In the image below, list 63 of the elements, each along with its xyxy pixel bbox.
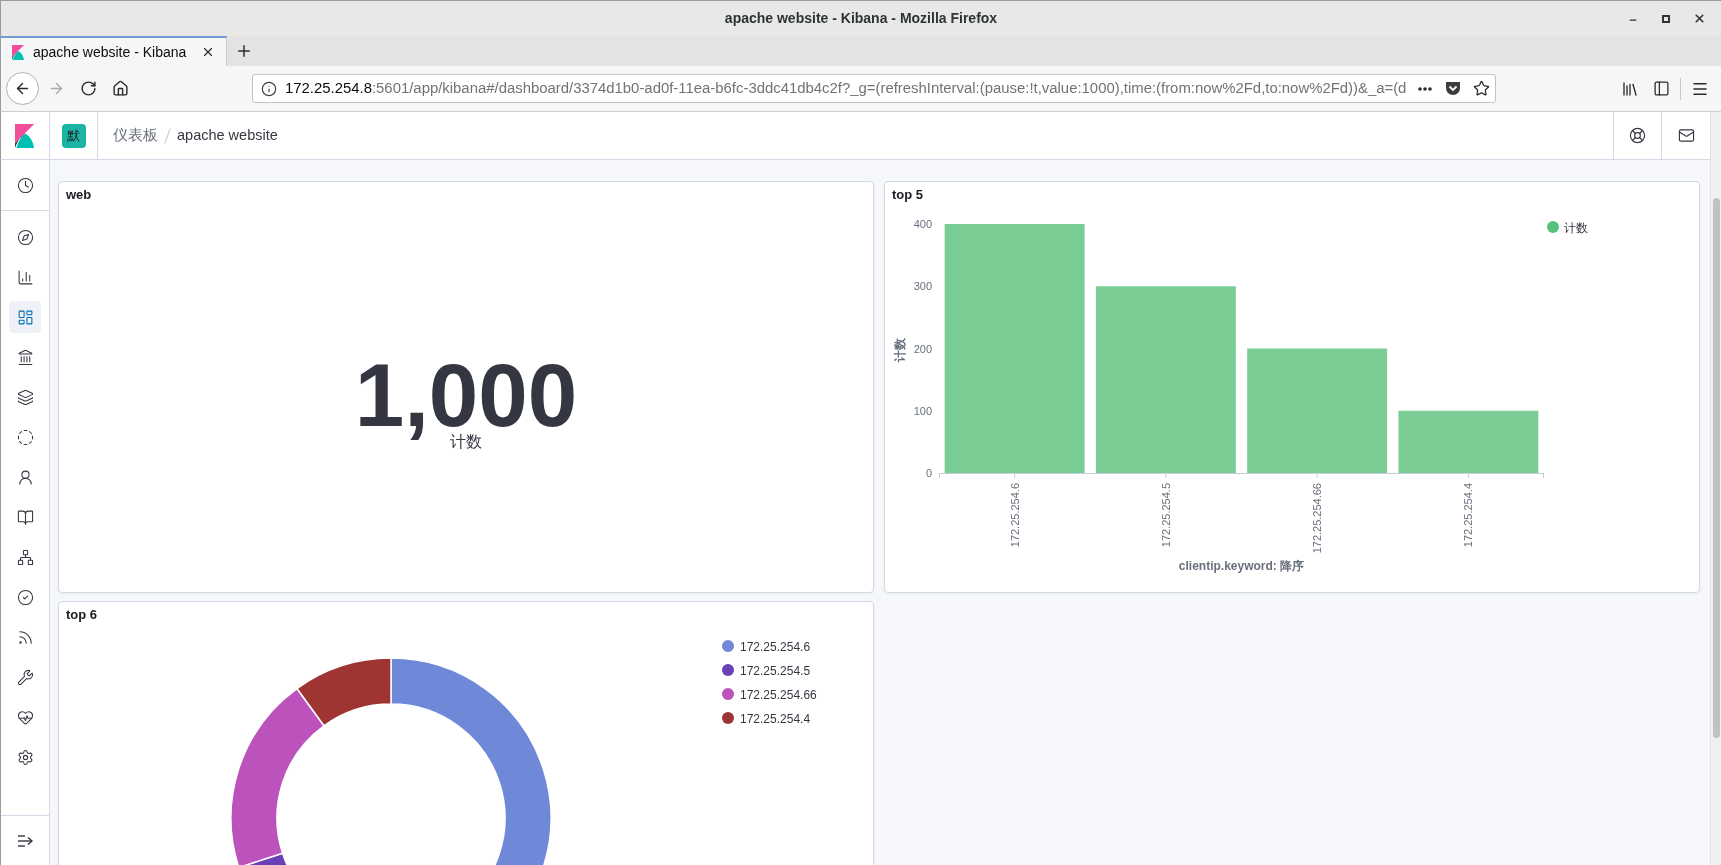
settings-icon xyxy=(16,748,34,766)
bar-chart-icon xyxy=(16,268,34,286)
clock-icon xyxy=(16,176,34,194)
legend-label[interactable]: 172.25.254.4 xyxy=(740,711,811,726)
breadcrumb-link[interactable]: 仪表板 xyxy=(113,124,158,147)
logo-icon xyxy=(15,123,35,148)
close-icon xyxy=(1692,12,1706,25)
books-icon xyxy=(1621,79,1639,98)
y-tick-label: 200 xyxy=(913,342,932,355)
ellipsis-icon xyxy=(1418,86,1432,91)
collapse-icon xyxy=(17,834,33,847)
space-avatar[interactable]: 默 xyxy=(61,123,86,148)
y-tick-label: 0 xyxy=(925,467,932,479)
plus-icon xyxy=(235,42,253,60)
y-tick-label: 100 xyxy=(913,404,932,417)
dashed-circle-icon xyxy=(16,428,34,446)
home-icon xyxy=(111,80,129,97)
x-tick-label: 172.25.254.6 xyxy=(1008,483,1021,548)
panel-title: top 5 xyxy=(892,187,924,203)
x-tick-label: 172.25.254.4 xyxy=(1462,483,1475,548)
back-button[interactable] xyxy=(6,72,39,105)
panel-title: top 6 xyxy=(66,607,98,623)
tab-title: apache website - Kibana xyxy=(33,42,187,62)
sidebar-icon xyxy=(1652,80,1670,97)
layers-icon xyxy=(16,388,34,406)
star-icon xyxy=(1472,80,1490,97)
info-icon xyxy=(261,80,277,97)
breadcrumb-current: apache website xyxy=(177,125,278,145)
url-field[interactable]: 172.25.254.8:5601/app/kibana#/dashboard/3374d1b0-ad0f-11ea-b6fc-3ddc41db4c2f?_g=(refreshInterval:(pause:!t,value:1000),time:(from:now%2Fd,to:now%2Fd))&_a=(d xyxy=(252,74,1496,103)
window-title: apache website - Kibana - Mozilla Firefox xyxy=(724,9,998,28)
legend-label[interactable]: 172.25.254.66 xyxy=(740,687,817,702)
x-axis-title: clientip.keyword: 降序 xyxy=(1178,559,1305,573)
y-tick-label: 400 xyxy=(913,218,932,230)
legend-label[interactable]: 172.25.254.5 xyxy=(740,663,811,678)
lifebuoy-icon xyxy=(1629,127,1646,144)
heart-pulse-icon xyxy=(16,708,34,726)
dashboard-icon xyxy=(16,308,34,326)
person-icon xyxy=(16,468,34,486)
maximize-icon xyxy=(1662,14,1670,23)
mail-icon xyxy=(1677,127,1695,144)
x-tick-label: 172.25.254.5 xyxy=(1159,483,1172,548)
y-axis-title: 计数 xyxy=(893,338,907,362)
scrollbar[interactable] xyxy=(1710,112,1721,865)
arrow-left-icon xyxy=(14,80,31,97)
y-tick-label: 300 xyxy=(913,280,932,293)
reload-icon xyxy=(79,80,97,97)
legend-label[interactable]: 172.25.254.6 xyxy=(740,639,811,654)
x-tick-label: 172.25.254.66 xyxy=(1311,483,1324,554)
wrench-icon xyxy=(16,668,34,686)
compass-icon xyxy=(16,228,34,246)
book-icon xyxy=(16,508,34,526)
tab-favicon-icon xyxy=(12,44,24,60)
shield-icon xyxy=(1445,81,1461,96)
network-icon xyxy=(16,548,34,566)
scrollbar-thumb[interactable] xyxy=(1713,198,1720,738)
check-circle-icon xyxy=(16,588,34,606)
building-icon xyxy=(16,348,34,366)
panel-title: web xyxy=(66,187,92,203)
close-icon xyxy=(201,45,215,59)
signal-icon xyxy=(16,628,34,646)
browser-tab[interactable]: apache website - Kibana xyxy=(1,36,227,66)
url-text: 172.25.254.8:5601/app/kibana#/dashboard/3374d1b0-ad0f-11ea-b6fc-3ddc41db4c2f?_g=(refreshInterval:(pause:!t,value:1000),time:(from:now%2Fd,to:now%2Fd))&_a=(d xyxy=(285,79,1407,99)
legend-label[interactable]: 计数 xyxy=(1564,220,1588,235)
